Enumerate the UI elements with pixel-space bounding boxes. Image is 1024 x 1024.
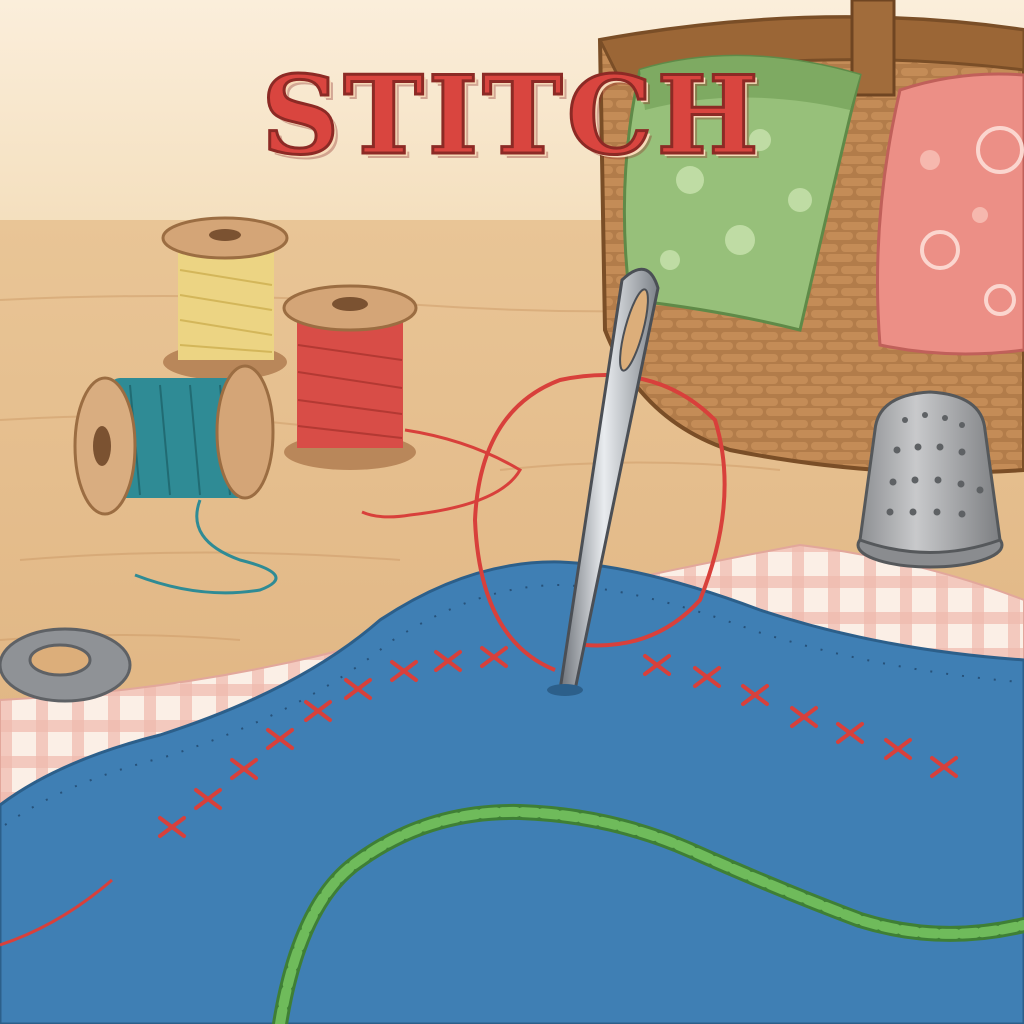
sewing-scene: STITCH — [0, 0, 1024, 1024]
thimble — [856, 390, 1004, 569]
page-title: STITCH — [260, 53, 763, 179]
teal-thread-spool — [73, 364, 275, 516]
red-thread-spool — [282, 284, 418, 470]
yellow-thread-spool — [161, 216, 289, 380]
washer — [0, 627, 132, 703]
